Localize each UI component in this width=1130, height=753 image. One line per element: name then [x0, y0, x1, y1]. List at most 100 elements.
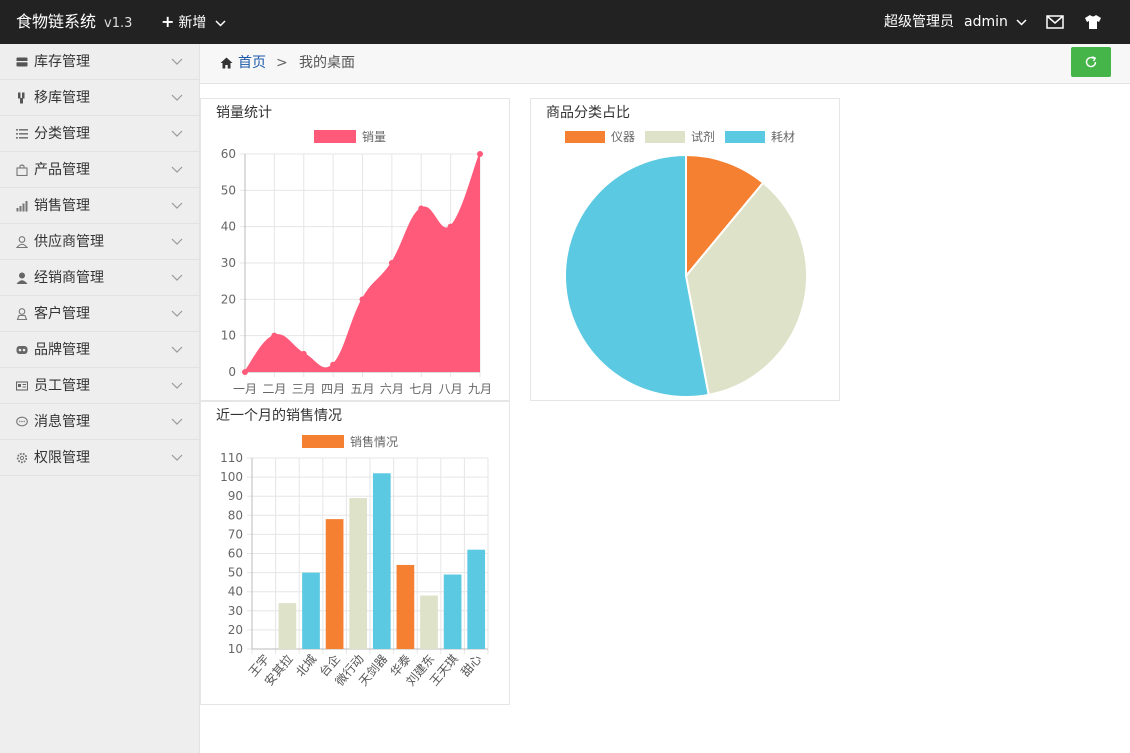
add-new-menu[interactable]: + 新增 — [161, 0, 226, 44]
legend-label: 耗材 — [771, 130, 795, 144]
breadcrumb-home-link[interactable]: 首页 — [238, 44, 266, 82]
list-icon — [16, 129, 28, 139]
monthly-sales-panel: 近一个月的销售情况 销售情况 10 20 30 40 50 60 70 80 90 100 110 王宇… — [200, 401, 510, 705]
bar — [420, 595, 438, 649]
data-point — [477, 151, 483, 157]
sidebar-item-10[interactable]: 消息管理 — [0, 404, 199, 440]
brand-title: 食物链系统 — [16, 12, 97, 31]
y-tick-label: 10 — [221, 329, 236, 343]
chevron-down-icon — [171, 58, 183, 65]
sidebar-item-label: 移库管理 — [34, 90, 90, 106]
brand-icon — [16, 346, 28, 354]
x-tick-label: 四月 — [321, 382, 345, 396]
inventory-icon — [16, 57, 28, 67]
sidebar-item-label: 分类管理 — [34, 126, 90, 142]
data-point — [271, 332, 278, 339]
user-role: 超级管理员 — [884, 14, 954, 30]
sidebar-item-label: 品牌管理 — [34, 342, 90, 358]
breadcrumb-separator: > — [276, 55, 288, 71]
sidebar-item-4[interactable]: 销售管理 — [0, 188, 199, 224]
sales-area-chart: 销量 0 10 20 30 40 50 60 一月 二月 三月 四月 五月 六月 七月 八月 九月 — [221, 130, 492, 396]
breadcrumb-current: 我的桌面 — [299, 55, 355, 71]
bar — [349, 498, 368, 649]
x-tick-label: 甜心 — [458, 652, 484, 679]
bar — [443, 574, 462, 649]
legend-swatch — [565, 131, 605, 143]
sidebar-item-label: 权限管理 — [34, 450, 90, 466]
y-tick-label: 70 — [228, 527, 243, 541]
y-tick-label: 30 — [221, 256, 236, 270]
chevron-down-icon — [171, 454, 183, 461]
sidebar-item-label: 库存管理 — [34, 54, 90, 70]
legend-swatch — [302, 435, 344, 448]
version-label: v1.3 — [104, 16, 133, 31]
data-point — [300, 350, 307, 357]
bar-chart-icon — [16, 201, 28, 212]
tshirt-icon[interactable] — [1084, 14, 1102, 30]
transfer-icon — [18, 92, 25, 104]
brand[interactable]: 食物链系统 v1.3 — [16, 0, 132, 44]
y-tick-label: 50 — [221, 183, 236, 197]
legend-label: 仪器 — [611, 130, 635, 144]
sidebar-item-label: 销售管理 — [34, 198, 90, 214]
y-tick-label: 90 — [228, 489, 243, 503]
y-tick-label: 110 — [220, 451, 243, 465]
sidebar-item-5[interactable]: 供应商管理 — [0, 224, 199, 260]
y-tick-label: 10 — [228, 642, 243, 656]
bag-icon — [16, 164, 28, 176]
legend-swatch — [645, 131, 685, 143]
refresh-icon — [1085, 56, 1097, 68]
chevron-down-icon — [171, 166, 183, 173]
chevron-down-icon — [1016, 18, 1027, 26]
legend-label: 销量 — [362, 130, 386, 144]
sidebar-item-0[interactable]: 库存管理 — [0, 44, 199, 80]
x-tick-label: 九月 — [468, 382, 492, 396]
chevron-down-icon — [171, 202, 183, 209]
sidebar-item-9[interactable]: 员工管理 — [0, 368, 199, 404]
legend-label: 试剂 — [691, 129, 715, 144]
data-point — [242, 369, 248, 375]
sidebar-item-label: 供应商管理 — [34, 234, 104, 250]
sidebar-item-label: 员工管理 — [34, 378, 90, 394]
x-tick-label: 一月 — [233, 382, 257, 396]
x-tick-label: 五月 — [350, 382, 374, 396]
message-icon — [16, 416, 28, 427]
user-menu[interactable]: 超级管理员 admin — [884, 0, 1027, 44]
category-share-panel: 商品分类占比 仪器 试剂 耗材 — [530, 98, 840, 401]
bar — [467, 549, 486, 649]
sidebar-item-11[interactable]: 权限管理 — [0, 440, 199, 476]
sidebar-item-8[interactable]: 品牌管理 — [0, 332, 199, 368]
x-tick-label: 六月 — [380, 382, 404, 396]
bar — [325, 519, 344, 649]
sidebar-item-7[interactable]: 客户管理 — [0, 296, 199, 332]
x-tick-label: 三月 — [292, 382, 316, 396]
y-tick-label: 20 — [228, 623, 243, 637]
sidebar-item-2[interactable]: 分类管理 — [0, 116, 199, 152]
y-tick-label: 80 — [228, 508, 243, 522]
chevron-down-icon — [171, 310, 183, 317]
data-point — [388, 260, 395, 266]
mail-icon[interactable] — [1046, 14, 1064, 30]
bar — [372, 473, 391, 649]
sidebar-item-3[interactable]: 产品管理 — [0, 152, 199, 188]
chevron-down-icon — [171, 418, 183, 425]
chevron-down-icon — [171, 130, 183, 137]
refresh-button[interactable] — [1071, 47, 1111, 77]
y-tick-label: 30 — [228, 604, 243, 618]
chevron-down-icon — [171, 346, 183, 353]
data-point — [359, 296, 366, 303]
sidebar-item-6[interactable]: 经销商管理 — [0, 260, 199, 296]
x-tick-label: 七月 — [409, 382, 433, 396]
username: admin — [964, 14, 1008, 30]
chevron-down-icon — [171, 274, 183, 281]
x-tick-label: 北城 — [293, 652, 319, 679]
id-card-icon — [16, 381, 28, 391]
y-tick-label: 50 — [228, 566, 243, 580]
sales-stats-panel: 销量统计 销量 0 10 20 30 40 50 60 一月 二月 三月 四月 五月 六月 七月 八月 九月 — [200, 98, 510, 401]
y-tick-label: 60 — [228, 547, 243, 561]
sidebar-item-1[interactable]: 移库管理 — [0, 80, 199, 116]
plus-icon: + — [161, 12, 175, 31]
sidebar-item-label: 产品管理 — [34, 162, 90, 178]
sidebar-item-label: 客户管理 — [34, 306, 90, 322]
home-icon — [220, 57, 233, 69]
